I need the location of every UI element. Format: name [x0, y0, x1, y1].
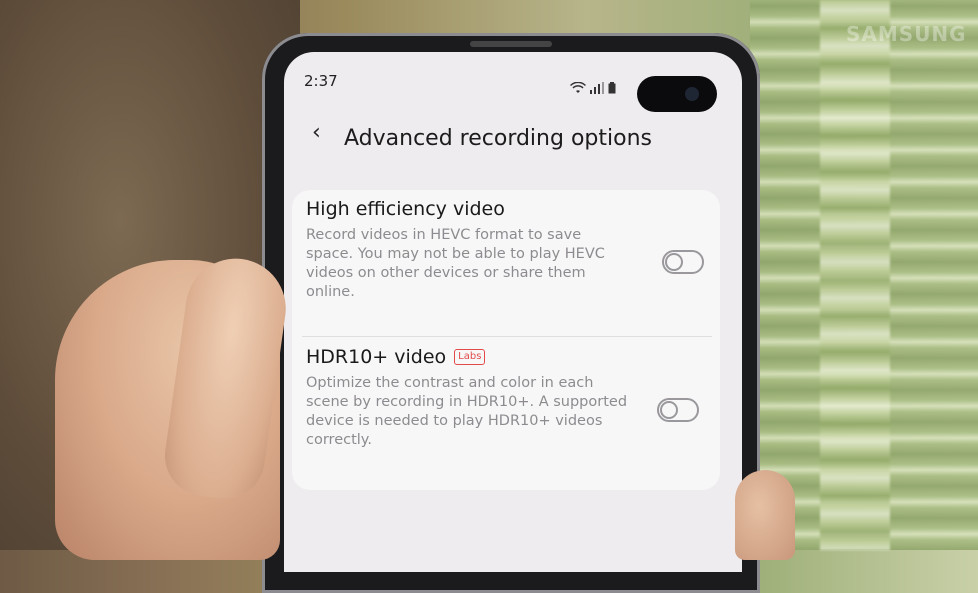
- divider: [302, 336, 712, 337]
- signal-icon: [590, 82, 604, 97]
- setting-row-hevc[interactable]: High efficiency video Record videos in H…: [306, 198, 706, 302]
- setting-title: High efficiency video: [306, 198, 505, 220]
- page-title: Advanced recording options: [344, 126, 652, 151]
- battery-icon: [608, 82, 616, 97]
- back-arrow-icon[interactable]: ‹: [312, 120, 321, 145]
- hdr10-toggle[interactable]: [657, 398, 699, 422]
- earpiece-speaker: [470, 41, 552, 47]
- finger: [735, 470, 795, 560]
- setting-description: Optimize the contrast and color in each …: [306, 375, 628, 448]
- setting-title: HDR10+ video: [306, 346, 447, 368]
- labs-badge: Labs: [454, 349, 486, 365]
- setting-description: Record videos in HEVC format to save spa…: [306, 227, 605, 300]
- hevc-toggle[interactable]: [662, 250, 704, 274]
- wifi-icon: [569, 81, 587, 97]
- setting-row-hdr10[interactable]: HDR10+ video Labs Optimize the contrast …: [306, 346, 706, 450]
- background-cactus-highlight: [820, 0, 890, 550]
- phone-screen: 2:37 ‹ Advanced recording options High e…: [284, 52, 742, 572]
- settings-card: High efficiency video Record videos in H…: [292, 190, 720, 490]
- status-icons: [569, 81, 616, 97]
- status-time: 2:37: [304, 72, 338, 90]
- watermark: SAMSUNG: [846, 22, 967, 46]
- punch-hole-camera: [637, 76, 717, 112]
